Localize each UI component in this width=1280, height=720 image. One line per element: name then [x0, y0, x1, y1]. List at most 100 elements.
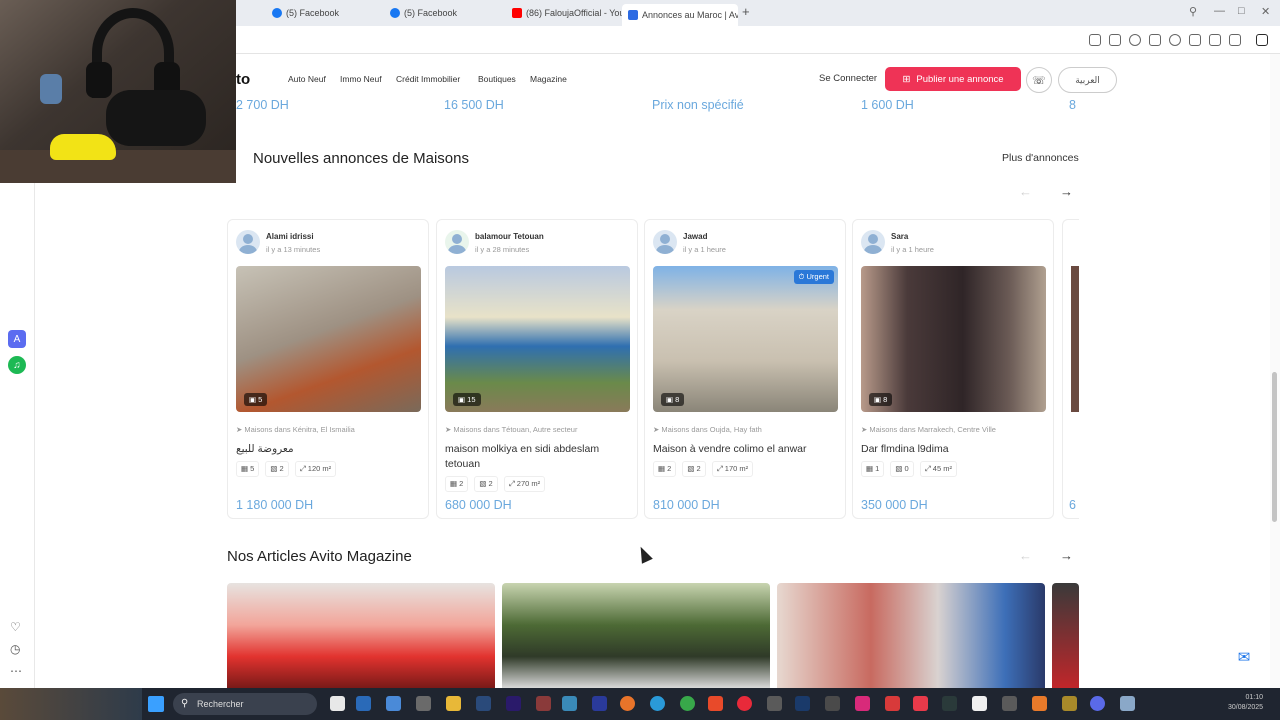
- app-store-icon[interactable]: A: [8, 330, 26, 348]
- figurine-image: [40, 74, 62, 104]
- maximize-icon[interactable]: □: [1238, 5, 1245, 17]
- new-tab-button[interactable]: +: [742, 4, 750, 19]
- more-icon[interactable]: ⋯: [10, 664, 22, 678]
- weather-widget[interactable]: [0, 688, 142, 720]
- nav-immo-neuf[interactable]: Immo Neuf: [340, 74, 382, 84]
- taskbar-app-icon[interactable]: [592, 696, 607, 711]
- heart-icon[interactable]: [1169, 34, 1181, 46]
- listing-card-partial[interactable]: 6: [1062, 219, 1079, 519]
- tiktok-icon[interactable]: [855, 696, 870, 711]
- seller-avatar: [653, 230, 677, 254]
- discord-icon[interactable]: [1090, 696, 1105, 711]
- support-headset-icon[interactable]: ☏: [1026, 67, 1052, 93]
- magazine-article-card[interactable]: [502, 583, 770, 688]
- gamepad-image: [106, 90, 206, 146]
- taskbar-app-icon[interactable]: [1120, 696, 1135, 711]
- taskbar-app-icon[interactable]: [416, 696, 431, 711]
- login-link[interactable]: Se Connecter: [819, 73, 877, 84]
- tab-facebook-2[interactable]: (5) Facebook: [384, 4, 500, 22]
- system-clock[interactable]: 01:10 30/08/2025: [1228, 693, 1263, 713]
- listing-location: ➤ Maisons dans Marrakech, Centre Ville: [861, 425, 996, 434]
- taskbar-app-icon[interactable]: [356, 696, 371, 711]
- listing-photo[interactable]: ▣ 5: [236, 266, 421, 412]
- screenshot-icon[interactable]: [1109, 34, 1121, 46]
- previous-listing-price: 8: [1069, 98, 1076, 112]
- tab-label: Annonces au Maroc | Avit: [642, 10, 738, 20]
- heart-icon[interactable]: ♡: [10, 620, 21, 634]
- taskbar-app-icon[interactable]: [972, 696, 987, 711]
- taskbar-app-icon[interactable]: [1032, 696, 1047, 711]
- carousel-next-arrow-icon[interactable]: →: [1060, 184, 1073, 199]
- close-icon[interactable]: ✕: [1261, 5, 1270, 18]
- play-icon[interactable]: [1149, 34, 1161, 46]
- tab-avito[interactable]: Annonces au Maroc | Avit: [622, 4, 738, 26]
- magazine-article-card-partial[interactable]: [1052, 583, 1079, 688]
- taskbar-app-icon[interactable]: [825, 696, 840, 711]
- seller-avatar: [445, 230, 469, 254]
- seller-avatar: [861, 230, 885, 254]
- listing-location: ➤ Maisons dans Kénitra, El Ismailia: [236, 425, 355, 434]
- taskbar-app-icon[interactable]: [476, 696, 491, 711]
- nav-auto-neuf[interactable]: Auto Neuf: [288, 74, 326, 84]
- clock-date: 30/08/2025: [1228, 704, 1264, 711]
- chat-support-icon[interactable]: ✉: [1231, 644, 1257, 670]
- windows-start-icon[interactable]: [148, 696, 164, 712]
- spotify-icon[interactable]: ♫: [8, 356, 26, 374]
- minimize-icon[interactable]: —: [1214, 5, 1225, 17]
- menu-icon[interactable]: [1209, 34, 1221, 46]
- listing-card[interactable]: Sara il y a 1 heure ▣ 8 ➤ Maisons dans M…: [852, 219, 1054, 519]
- taskbar-app-icon[interactable]: [942, 696, 957, 711]
- carousel-prev-arrow-icon[interactable]: ←: [1019, 184, 1032, 199]
- search-placeholder: Rechercher: [197, 699, 244, 709]
- extension-icon[interactable]: [1256, 34, 1268, 46]
- taskbar-search-input[interactable]: ⚲ Rechercher: [173, 693, 317, 715]
- tab-youtube[interactable]: (86) FaloujaOfficial - YouT: [506, 4, 622, 22]
- opera-icon[interactable]: [737, 696, 752, 711]
- magazine-article-card[interactable]: [777, 583, 1045, 688]
- taskbar-app-icon[interactable]: [767, 696, 782, 711]
- language-switch-button[interactable]: العربية: [1058, 67, 1117, 93]
- nav-credit-immobilier[interactable]: Crédit Immobilier: [396, 74, 460, 84]
- magazine-next-arrow-icon[interactable]: →: [1060, 548, 1073, 563]
- nav-magazine[interactable]: Magazine: [530, 74, 567, 84]
- task-view-icon[interactable]: [330, 696, 345, 711]
- taskbar-app-icon[interactable]: [386, 696, 401, 711]
- edge-icon[interactable]: [650, 696, 665, 711]
- nav-boutiques[interactable]: Boutiques: [478, 74, 516, 84]
- tab-label: (86) FaloujaOfficial - YouT: [526, 8, 622, 18]
- site-logo[interactable]: to: [236, 71, 250, 88]
- taskbar-app-icon[interactable]: [536, 696, 551, 711]
- scrollbar-thumb[interactable]: [1272, 372, 1277, 522]
- magazine-article-card[interactable]: [227, 583, 495, 688]
- publish-ad-button[interactable]: ⊞ Publier une annonce: [885, 67, 1021, 91]
- tab-facebook-1[interactable]: (5) Facebook: [266, 4, 382, 22]
- vivaldi-icon[interactable]: [913, 696, 928, 711]
- chrome-icon[interactable]: [680, 696, 695, 711]
- listing-card[interactable]: Jawad il y a 1 heure ⏱ Urgent ▣ 8 ➤ Mais…: [644, 219, 846, 519]
- listing-card[interactable]: Alami idrissi il y a 13 minutes ▣ 5 ➤ Ma…: [227, 219, 429, 519]
- taskbar-app-icon[interactable]: [885, 696, 900, 711]
- listing-card[interactable]: balamour Tetouan il y a 28 minutes ▣ 15 …: [436, 219, 638, 519]
- magazine-prev-arrow-icon[interactable]: ←: [1019, 548, 1032, 563]
- page-scrollbar[interactable]: [1270, 54, 1280, 688]
- brave-icon[interactable]: [708, 696, 723, 711]
- edit-icon[interactable]: [1089, 34, 1101, 46]
- more-ads-link[interactable]: Plus d'annonces: [1002, 152, 1079, 164]
- premiere-icon[interactable]: [506, 696, 521, 711]
- file-explorer-icon[interactable]: [446, 696, 461, 711]
- firefox-icon[interactable]: [620, 696, 635, 711]
- shield-icon[interactable]: [1129, 34, 1141, 46]
- listing-photo[interactable]: ▣ 15: [445, 266, 630, 412]
- taskbar-app-icon[interactable]: [562, 696, 577, 711]
- taskbar-app-icon[interactable]: [1002, 696, 1017, 711]
- taskbar-app-icon[interactable]: [1062, 696, 1077, 711]
- history-icon[interactable]: ◷: [10, 642, 20, 656]
- search-tabs-icon[interactable]: ⚲: [1189, 5, 1197, 18]
- steam-icon[interactable]: [795, 696, 810, 711]
- headset-cup-image: [86, 62, 112, 98]
- listing-price: 810 000 DH: [653, 498, 720, 512]
- listing-photo[interactable]: ▣ 8: [861, 266, 1046, 412]
- download-icon[interactable]: [1189, 34, 1201, 46]
- listing-photo[interactable]: ⏱ Urgent ▣ 8: [653, 266, 838, 412]
- wallet-icon[interactable]: [1229, 34, 1241, 46]
